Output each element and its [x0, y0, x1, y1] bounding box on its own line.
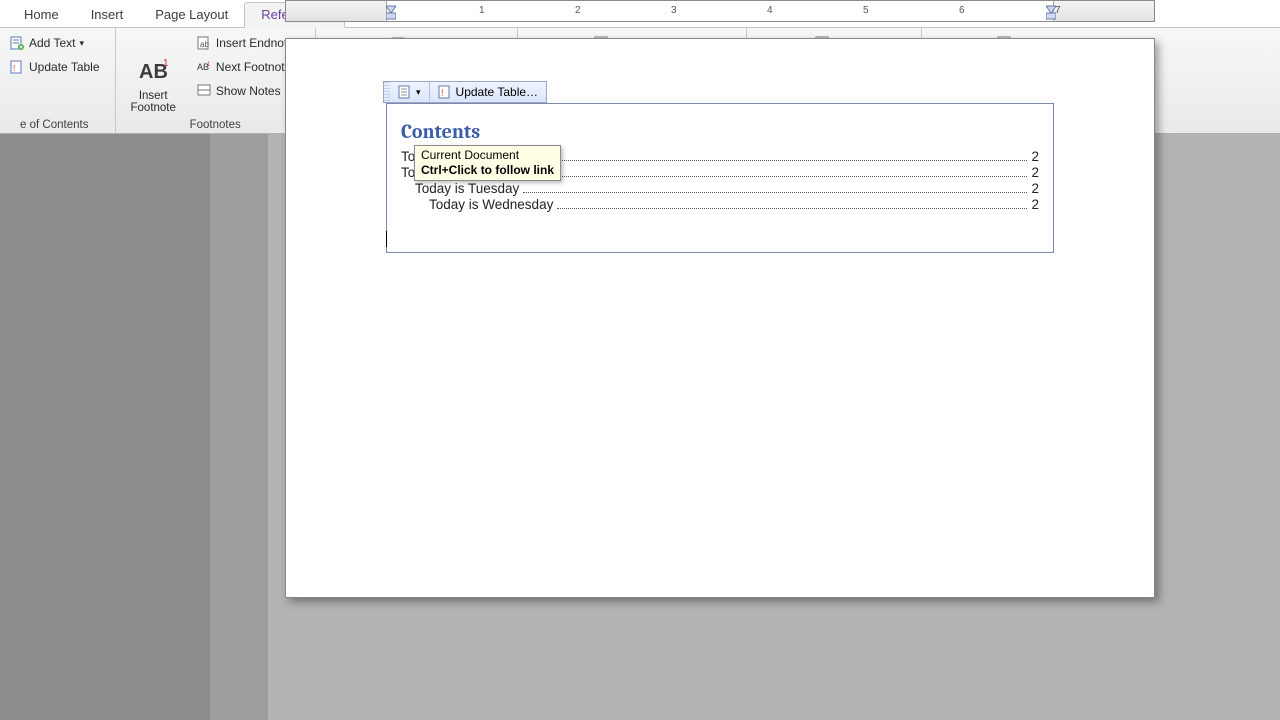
show-notes-icon [196, 83, 212, 99]
show-notes-label: Show Notes [216, 84, 281, 98]
bg-panel-left [0, 134, 210, 720]
add-text-icon [9, 35, 25, 51]
ruler-number: 1 [479, 5, 485, 16]
toc-menu-button[interactable]: ▾ [390, 82, 430, 102]
document-page[interactable]: ▾ ! Update Table… Contents Tod2Tod2Today… [285, 38, 1155, 598]
tab-page-layout[interactable]: Page Layout [139, 3, 244, 27]
toc-field-handle: ▾ ! Update Table… [383, 81, 547, 103]
toc-entry-page: 2 [1031, 165, 1039, 180]
group-table-of-contents: Add Text ▾ ! Update Table e of Contents [0, 28, 116, 133]
right-indent-marker[interactable] [1046, 1, 1056, 21]
update-table-icon: ! [9, 59, 25, 75]
svg-text:!: ! [441, 88, 444, 98]
toc-update-icon: ! [438, 85, 452, 99]
next-footnote-icon: AB1 [196, 59, 212, 75]
toc-leader [557, 208, 1027, 209]
ruler-number: 5 [863, 5, 869, 16]
toc-title: Contents [401, 120, 1039, 143]
toc-update-button[interactable]: ! Update Table… [430, 82, 547, 102]
next-footnote-label: Next Footnote [216, 60, 291, 74]
insert-footnote-caption: Insert Footnote [131, 90, 176, 114]
group-label-toc: e of Contents [2, 117, 107, 131]
bg-panel-left-2 [210, 134, 268, 720]
toc-menu-icon [398, 85, 412, 99]
toc-entry-page: 2 [1031, 181, 1039, 196]
toc-update-label: Update Table… [456, 85, 539, 99]
ruler-number: 3 [671, 5, 677, 16]
tab-insert[interactable]: Insert [75, 3, 140, 27]
insert-footnote-icon: AB1 [137, 56, 169, 88]
horizontal-ruler[interactable]: 1234567 [285, 0, 1155, 22]
toc-leader [523, 192, 1027, 193]
ruler-inner [386, 1, 1054, 21]
update-toc-button[interactable]: ! Update Table [2, 56, 107, 78]
endnote-icon: ab [196, 35, 212, 51]
toc-entry-text: Today is Wednesday [429, 197, 553, 212]
svg-text:ab: ab [200, 40, 209, 49]
insert-endnote-label: Insert Endnote [216, 36, 294, 50]
svg-text:!: ! [13, 64, 15, 73]
ruler-number: 4 [767, 5, 773, 16]
tooltip-line2: Ctrl+Click to follow link [421, 163, 554, 178]
group-label-footnotes: Footnotes [124, 117, 307, 131]
svg-text:1: 1 [207, 62, 211, 68]
update-toc-label: Update Table [29, 60, 100, 74]
toc-entry[interactable]: Today is Wednesday 2 [401, 197, 1039, 212]
toc-entry-page: 2 [1031, 149, 1039, 164]
toc-entry-text: Today is Tuesday [415, 181, 519, 196]
svg-text:1: 1 [163, 58, 169, 69]
tooltip-line1: Current Document [421, 148, 554, 163]
insert-footnote-button[interactable]: AB1 Insert Footnote [124, 32, 183, 117]
add-text-button[interactable]: Add Text ▾ [2, 32, 107, 54]
toc-field[interactable]: ▾ ! Update Table… Contents Tod2Tod2Today… [386, 103, 1054, 253]
hyperlink-tooltip: Current Document Ctrl+Click to follow li… [414, 145, 561, 181]
left-indent-marker[interactable] [386, 1, 396, 21]
ruler-number: 2 [575, 5, 581, 16]
toc-entry[interactable]: Today is Tuesday 2 [401, 181, 1039, 196]
ruler-number: 6 [959, 5, 965, 16]
text-caret [386, 231, 387, 247]
toc-entry-page: 2 [1031, 197, 1039, 212]
tab-home[interactable]: Home [8, 3, 75, 27]
add-text-label: Add Text [29, 36, 75, 50]
